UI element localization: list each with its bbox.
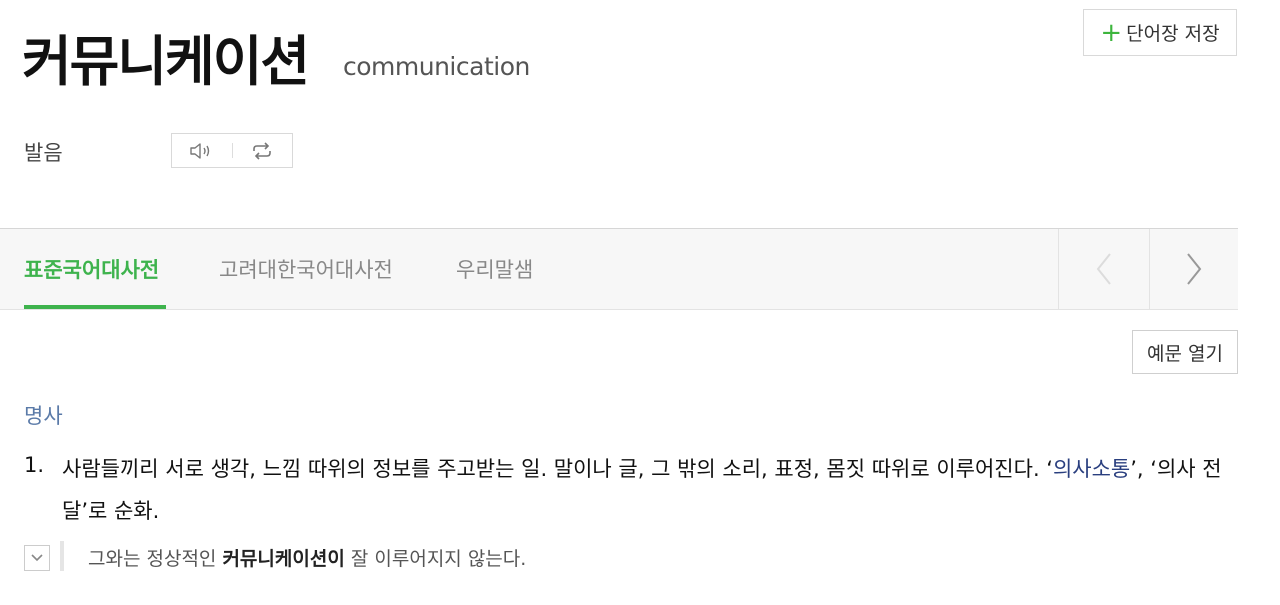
chevron-right-icon: [1187, 253, 1202, 285]
tab-standard-korean-dictionary[interactable]: 표준국어대사전: [24, 229, 159, 309]
plus-icon: +: [1100, 17, 1123, 48]
synonym-link[interactable]: 의사소통: [1053, 457, 1130, 481]
next-button[interactable]: [1148, 229, 1240, 309]
open-examples-button[interactable]: 예문 열기: [1132, 330, 1238, 374]
repeat-icon: [253, 141, 272, 160]
expand-example-button[interactable]: [24, 545, 50, 571]
speaker-icon: [190, 142, 209, 159]
previous-button[interactable]: [1059, 229, 1149, 309]
repeat-pronunciation-button[interactable]: [233, 134, 293, 167]
word-origin: communication: [343, 52, 530, 81]
chevron-left-icon: [1096, 253, 1111, 285]
dictionary-entry-page: 커뮤니케이션 communication + 단어장 저장 발음 표준국어대사전…: [0, 0, 1280, 605]
dictionary-tabs: 표준국어대사전 고려대한국어대사전 우리말샘: [0, 228, 1238, 310]
example-text-after: 잘 이루어지지 않는다.: [344, 548, 527, 570]
example-text-before: 그와는 정상적인: [88, 548, 223, 570]
save-button-label: 단어장 저장: [1126, 23, 1220, 45]
tab-korea-university-dictionary[interactable]: 고려대한국어대사전: [219, 229, 393, 309]
definition-number: 1.: [24, 453, 45, 477]
tab-urimalsaem[interactable]: 우리말샘: [456, 229, 533, 309]
definition-text-before: 사람들끼리 서로 생각, 느낌 따위의 정보를 주고받는 일. 말이나 글, 그…: [62, 457, 1053, 481]
definition-text: 사람들끼리 서로 생각, 느낌 따위의 정보를 주고받는 일. 말이나 글, 그…: [62, 448, 1242, 532]
example-quote-bar: [60, 541, 64, 571]
active-tab-indicator: [24, 305, 166, 309]
part-of-speech: 명사: [24, 404, 63, 428]
tab-navigation: [1058, 229, 1239, 309]
save-to-wordbook-button[interactable]: + 단어장 저장: [1083, 9, 1237, 56]
headword: 커뮤니케이션: [22, 30, 310, 93]
pronunciation-controls: [171, 133, 293, 168]
pronunciation-label: 발음: [24, 141, 63, 165]
play-pronunciation-button[interactable]: [172, 134, 232, 167]
example-sentence: 그와는 정상적인 커뮤니케이션이 잘 이루어지지 않는다.: [88, 544, 526, 571]
chevron-down-icon: [31, 554, 43, 562]
example-headword: 커뮤니케이션이: [222, 548, 345, 570]
